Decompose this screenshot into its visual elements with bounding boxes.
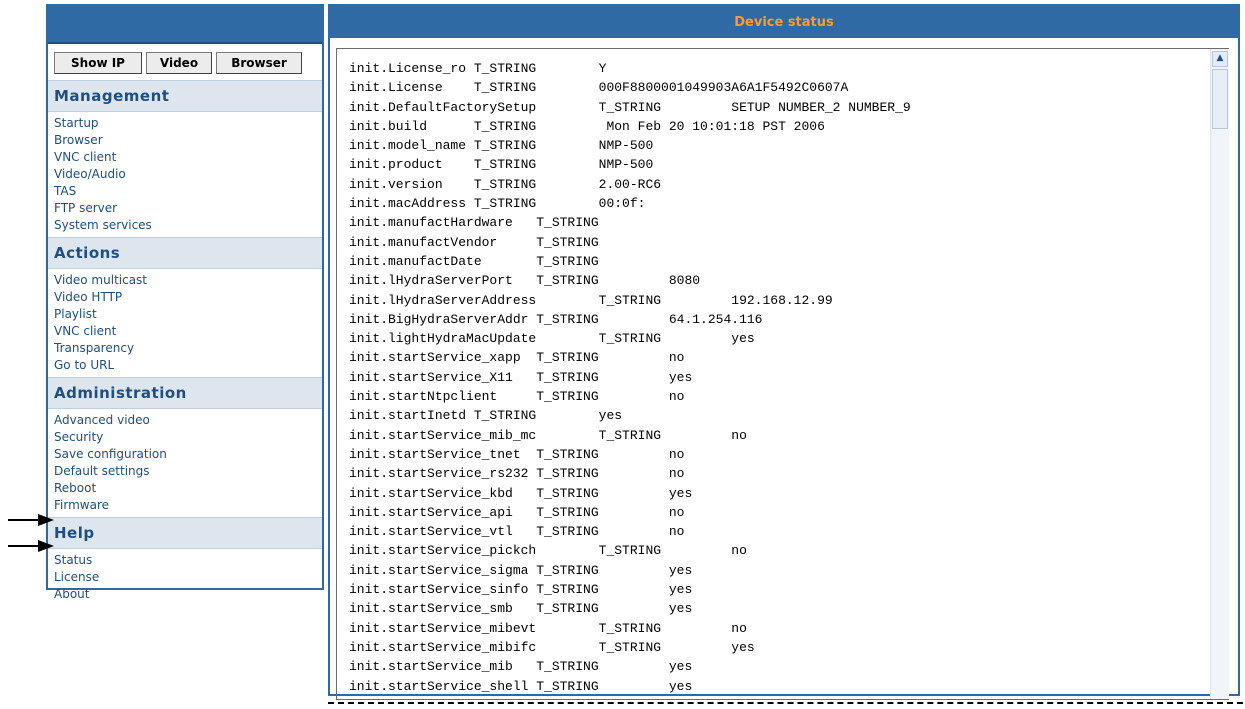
menu-item-go-to-url[interactable]: Go to URL: [54, 357, 322, 374]
status-lines: init.License_ro T_STRING Y init.License T…: [337, 49, 1229, 696]
device-status-panel: Device status init.License_ro T_STRING Y…: [328, 4, 1240, 700]
show-ip-button[interactable]: Show IP: [54, 52, 142, 74]
menu-item-startup[interactable]: Startup: [54, 115, 322, 132]
menu-item-video-http[interactable]: Video HTTP: [54, 289, 322, 306]
menu-item-save-configuration[interactable]: Save configuration: [54, 446, 322, 463]
menu-management: Startup Browser VNC client Video/Audio T…: [48, 112, 322, 237]
scroll-thumb[interactable]: [1212, 69, 1228, 129]
section-title-actions: Actions: [48, 237, 322, 269]
status-line: init.startService_api T_STRING no: [349, 504, 685, 520]
menu-administration: Advanced video Security Save configurati…: [48, 409, 322, 517]
menu-item-playlist[interactable]: Playlist: [54, 306, 322, 323]
video-button[interactable]: Video: [146, 52, 212, 74]
menu-help: Status License About: [48, 549, 322, 606]
status-line: init.product T_STRING NMP-500: [349, 157, 654, 173]
status-line: init.model_name T_STRING NMP-500: [349, 138, 654, 154]
sidebar: Show IP Video Browser Management Startup…: [46, 4, 324, 601]
menu-item-tas[interactable]: TAS: [54, 183, 322, 200]
status-line: init.version T_STRING 2.00-RC6: [349, 176, 662, 192]
panel-title: Device status: [330, 6, 1238, 38]
status-line: init.License T_STRING 000F8800001049903A…: [349, 80, 849, 96]
status-line: init.startService_vtl T_STRING no: [349, 524, 685, 540]
status-line: init.manufactHardware T_STRING: [349, 215, 599, 231]
menu-item-video-multicast[interactable]: Video multicast: [54, 272, 322, 289]
status-line: init.startService_mib_mc T_STRING no: [349, 427, 747, 443]
status-line: init.startNtpclient T_STRING no: [349, 389, 685, 405]
menu-item-default-settings[interactable]: Default settings: [54, 463, 322, 480]
menu-item-security[interactable]: Security: [54, 429, 322, 446]
section-title-help: Help: [48, 517, 322, 549]
top-button-bar: Show IP Video Browser: [48, 44, 322, 80]
menu-item-vnc-client-action[interactable]: VNC client: [54, 323, 322, 340]
menu-actions: Video multicast Video HTTP Playlist VNC …: [48, 269, 322, 377]
menu-item-system-services[interactable]: System services: [54, 217, 322, 234]
status-line: init.startService_smb T_STRING yes: [349, 601, 693, 617]
status-line: init.startService_sigma T_STRING yes: [349, 562, 693, 578]
status-line: init.lHydraServerAddress T_STRING 192.16…: [349, 292, 833, 308]
status-line: init.startService_xapp T_STRING no: [349, 350, 685, 366]
status-line: init.startService_kbd T_STRING yes: [349, 485, 693, 501]
status-line: init.startService_mibifc T_STRING yes: [349, 639, 755, 655]
sidebar-header: [48, 6, 322, 44]
menu-item-vnc-client[interactable]: VNC client: [54, 149, 322, 166]
status-line: init.License_ro T_STRING Y: [349, 61, 607, 76]
arrow-right-icon: [8, 540, 54, 552]
arrow-right-icon: [8, 514, 54, 526]
menu-item-browser[interactable]: Browser: [54, 132, 322, 149]
status-line: init.startService_shell T_STRING yes: [349, 678, 693, 694]
status-line: init.macAddress T_STRING 00:0f:: [349, 196, 646, 212]
vertical-scrollbar[interactable]: ▲: [1210, 49, 1229, 699]
status-line: init.manufactDate T_STRING: [349, 253, 599, 269]
menu-item-firmware[interactable]: Firmware: [54, 497, 322, 514]
dashed-separator: [328, 702, 1243, 704]
section-title-administration: Administration: [48, 377, 322, 409]
menu-item-video-audio[interactable]: Video/Audio: [54, 166, 322, 183]
status-line: init.startInetd T_STRING yes: [349, 408, 623, 424]
status-line: init.DefaultFactorySetup T_STRING SETUP …: [349, 99, 911, 115]
menu-item-advanced-video[interactable]: Advanced video: [54, 412, 322, 429]
status-line: init.startService_rs232 T_STRING no: [349, 466, 685, 482]
status-line: init.startService_mib T_STRING yes: [349, 659, 693, 675]
status-line: init.build T_STRING Mon Feb 20 10:01:18 …: [349, 118, 825, 134]
status-line: init.BigHydraServerAddr T_STRING 64.1.25…: [349, 311, 763, 327]
status-line: init.startService_mibevt T_STRING no: [349, 620, 747, 636]
menu-item-transparency[interactable]: Transparency: [54, 340, 322, 357]
status-line: init.startService_tnet T_STRING no: [349, 446, 685, 462]
menu-item-ftp-server[interactable]: FTP server: [54, 200, 322, 217]
status-line: init.startService_X11 T_STRING yes: [349, 369, 693, 385]
menu-item-reboot[interactable]: Reboot: [54, 480, 322, 497]
section-title-management: Management: [48, 80, 322, 112]
browser-button[interactable]: Browser: [216, 52, 302, 74]
status-line: init.manufactVendor T_STRING: [349, 234, 599, 250]
status-text-area[interactable]: init.License_ro T_STRING Y init.License T…: [336, 48, 1229, 700]
status-line: init.lightHydraMacUpdate T_STRING yes: [349, 331, 755, 347]
menu-item-about[interactable]: About: [54, 586, 322, 603]
menu-item-license[interactable]: License: [54, 569, 322, 586]
status-line: init.startService_pickch T_STRING no: [349, 543, 747, 559]
menu-item-status[interactable]: Status: [54, 552, 322, 569]
status-line: init.lHydraServerPort T_STRING 8080: [349, 273, 701, 289]
scroll-up-icon[interactable]: ▲: [1212, 51, 1228, 67]
status-line: init.startService_sinfo T_STRING yes: [349, 582, 693, 598]
